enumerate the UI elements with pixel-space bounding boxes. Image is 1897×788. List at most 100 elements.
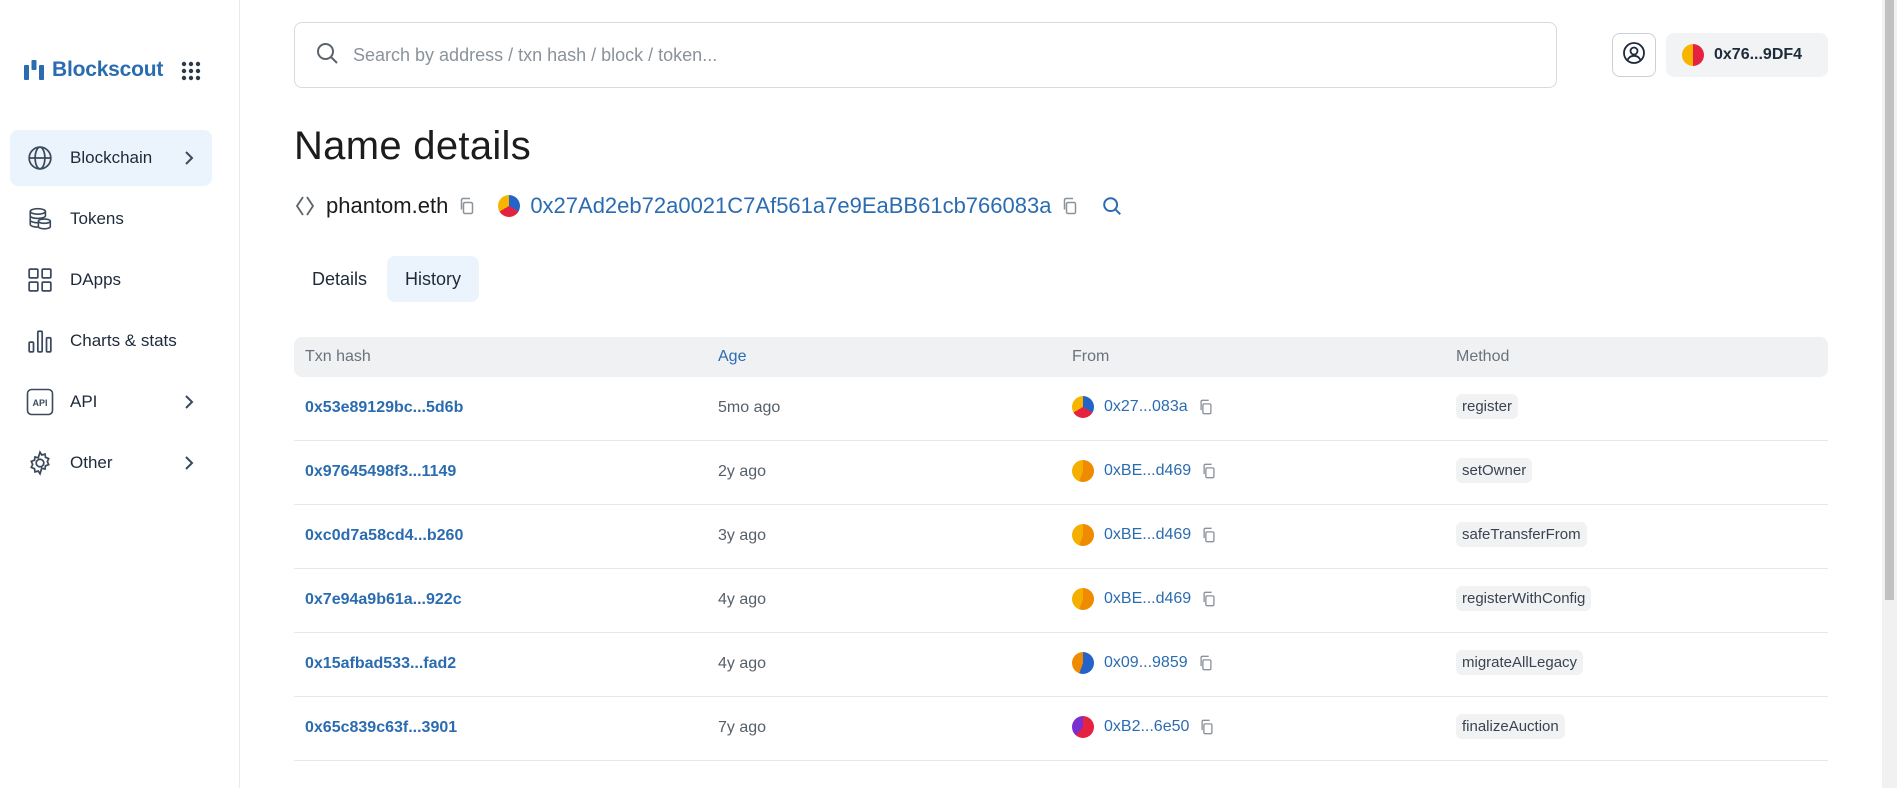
- table-row: 0x15afbad533...fad2 4y ago 0x09...9859 m…: [294, 633, 1828, 697]
- svg-text:API: API: [32, 398, 47, 408]
- header-age[interactable]: Age: [718, 348, 746, 366]
- age-text: 3y ago: [718, 527, 767, 544]
- logo[interactable]: Blockscout: [22, 58, 202, 82]
- method-badge: safeTransferFrom: [1456, 522, 1587, 547]
- from-cell: 0xBE...d469: [1072, 460, 1217, 482]
- table-row: 0x53e89129bc...5d6b 5mo ago 0x27...083a …: [294, 377, 1828, 441]
- chevron-right-icon: [180, 393, 198, 411]
- method-cell: safeTransferFrom: [1456, 522, 1587, 547]
- method-cell: setOwner: [1456, 458, 1533, 483]
- tab-details[interactable]: Details: [294, 256, 385, 302]
- sidebar-item-api[interactable]: API API: [10, 374, 212, 430]
- method-cell: registerWithConfig: [1456, 586, 1592, 611]
- sidebar-item-dapps[interactable]: DApps: [10, 252, 212, 308]
- search-icon: [315, 41, 339, 70]
- chevron-right-icon: [180, 454, 198, 472]
- age-text: 4y ago: [718, 591, 767, 608]
- search-bar[interactable]: [294, 22, 1557, 88]
- sidebar-item-charts-stats[interactable]: Charts & stats: [10, 313, 212, 369]
- copy-icon[interactable]: [458, 197, 476, 215]
- from-address-link[interactable]: 0x09...9859: [1104, 654, 1188, 672]
- sidebar-item-other[interactable]: Other: [10, 435, 212, 491]
- page-title: Name details: [294, 124, 532, 168]
- globe-icon: [26, 144, 54, 172]
- txn-hash-link[interactable]: 0x53e89129bc...5d6b: [305, 399, 463, 417]
- from-address-link[interactable]: 0xBE...d469: [1104, 590, 1191, 608]
- from-address-link[interactable]: 0x27...083a: [1104, 398, 1188, 416]
- api-icon: API: [26, 388, 54, 416]
- copy-icon[interactable]: [1199, 719, 1215, 735]
- from-cell: 0x27...083a: [1072, 396, 1214, 418]
- copy-icon[interactable]: [1198, 399, 1214, 415]
- wallet-avatar: [1682, 44, 1704, 66]
- sidebar-item-blockchain[interactable]: Blockchain: [10, 130, 212, 186]
- from-address-link[interactable]: 0xBE...d469: [1104, 526, 1191, 544]
- header-method: Method: [1456, 348, 1510, 365]
- from-address-link[interactable]: 0xB2...6e50: [1104, 718, 1189, 736]
- resolved-address-link[interactable]: 0x27Ad2eb72a0021C7Af561a7e9EaBB61cb76608…: [530, 193, 1051, 219]
- header-txn-hash: Txn hash: [305, 348, 371, 365]
- profile-button[interactable]: [1612, 33, 1656, 77]
- from-address-link[interactable]: 0xBE...d469: [1104, 462, 1191, 480]
- scrollbar-thumb[interactable]: [1885, 0, 1894, 600]
- txn-hash-link[interactable]: 0x7e94a9b61a...922c: [305, 591, 462, 609]
- table-row: 0x65c839c63f...3901 7y ago 0xB2...6e50 f…: [294, 697, 1828, 761]
- txn-hash-link[interactable]: 0x97645498f3...1149: [305, 463, 456, 481]
- txn-hash-link[interactable]: 0x15afbad533...fad2: [305, 655, 456, 673]
- copy-icon[interactable]: [1201, 591, 1217, 607]
- wallet-address: 0x76...9DF4: [1714, 46, 1803, 63]
- from-avatar: [1072, 716, 1094, 738]
- logo-text: Blockscout: [52, 58, 164, 81]
- txn-hash-link[interactable]: 0x65c839c63f...3901: [305, 719, 457, 737]
- method-badge: migrateAllLegacy: [1456, 650, 1584, 675]
- coins-icon: [26, 205, 54, 233]
- age-text: 5mo ago: [718, 399, 781, 416]
- method-badge: register: [1456, 394, 1519, 419]
- sidebar-item-tokens[interactable]: Tokens: [10, 191, 212, 247]
- sidebar-nav: Blockchain Tokens DApps Charts & stats A…: [10, 130, 212, 496]
- copy-icon[interactable]: [1201, 527, 1217, 543]
- address-avatar: [498, 195, 521, 217]
- chart-icon: [26, 327, 54, 355]
- tabs: Details History: [294, 256, 481, 302]
- sidebar-item-label: DApps: [70, 270, 122, 289]
- age-text: 7y ago: [718, 719, 767, 736]
- from-avatar: [1072, 396, 1094, 418]
- from-avatar: [1072, 524, 1094, 546]
- gear-icon: [26, 449, 54, 477]
- from-avatar: [1072, 588, 1094, 610]
- sidebar-item-label: Tokens: [70, 209, 124, 228]
- from-avatar: [1072, 652, 1094, 674]
- sidebar-item-label: Other: [70, 453, 113, 472]
- tab-history[interactable]: History: [387, 256, 480, 302]
- from-avatar: [1072, 460, 1094, 482]
- scrollbar[interactable]: [1882, 0, 1897, 788]
- ens-icon: [294, 195, 316, 217]
- method-cell: finalizeAuction: [1456, 714, 1565, 739]
- copy-icon[interactable]: [1061, 197, 1079, 215]
- search-icon[interactable]: [1101, 195, 1123, 217]
- method-badge: setOwner: [1456, 458, 1533, 483]
- method-badge: registerWithConfig: [1456, 586, 1592, 611]
- wallet-button[interactable]: 0x76...9DF4: [1666, 33, 1828, 77]
- sidebar-item-label: API: [70, 392, 98, 411]
- grid-icon: [26, 266, 54, 294]
- method-badge: finalizeAuction: [1456, 714, 1565, 739]
- from-cell: 0x09...9859: [1072, 652, 1214, 674]
- chevron-right-icon: [180, 149, 198, 167]
- age-text: 4y ago: [718, 655, 767, 672]
- method-cell: register: [1456, 394, 1519, 419]
- blockscout-logo-icon: [22, 58, 46, 82]
- copy-icon[interactable]: [1201, 463, 1217, 479]
- apps-grid-icon[interactable]: [180, 60, 202, 82]
- sidebar-item-label: Charts & stats: [70, 331, 177, 350]
- table-row: 0xc0d7a58cd4...b260 3y ago 0xBE...d469 s…: [294, 505, 1828, 569]
- from-cell: 0xBE...d469: [1072, 524, 1217, 546]
- name-row: phantom.eth 0x27Ad2eb72a0021C7Af561a7e9E…: [294, 191, 1123, 221]
- txn-hash-link[interactable]: 0xc0d7a58cd4...b260: [305, 527, 463, 545]
- age-text: 2y ago: [718, 463, 767, 480]
- search-input[interactable]: [353, 44, 1503, 66]
- history-table: Txn hash Age From Method 0x53e89129bc...…: [294, 337, 1828, 761]
- copy-icon[interactable]: [1198, 655, 1214, 671]
- from-cell: 0xB2...6e50: [1072, 716, 1215, 738]
